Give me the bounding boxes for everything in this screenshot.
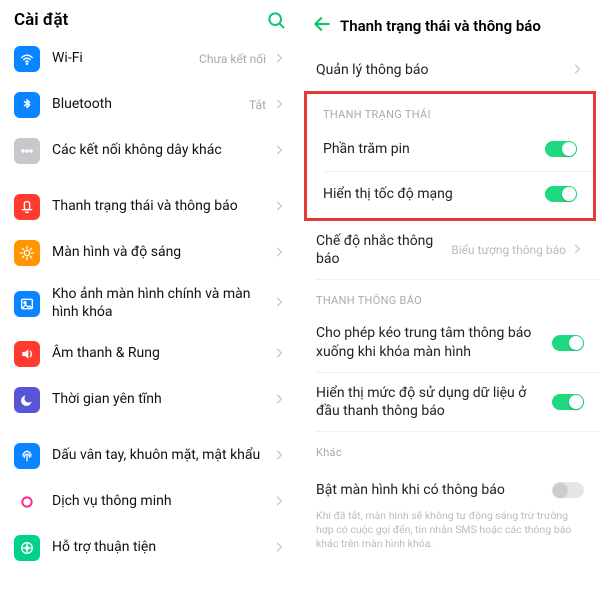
settings-row-label: Bluetooth (52, 96, 249, 114)
settings-row[interactable]: Hỗ trợ thuận tiện (0, 525, 300, 571)
settings-row-label: Dấu vân tay, khuôn mặt, mật khẩu (52, 447, 272, 465)
wake-screen-label: Bật màn hình khi có thông báo (316, 481, 552, 499)
settings-row-sub: Chưa kết nối (199, 52, 266, 66)
settings-root-pane: Cài đặt Wi-FiChưa kết nốiBluetoothTắtCác… (0, 0, 300, 600)
wake-screen-note: Khi đã tắt, màn hình sẽ không tự động sá… (300, 509, 600, 560)
chevron-right-icon (272, 294, 286, 313)
settings-row-label: Kho ảnh màn hình chính và màn hình khóa (52, 286, 272, 321)
settings-row-label: Hỗ trợ thuận tiện (52, 539, 272, 557)
settings-row-label: Thanh trạng thái và thông báo (52, 198, 272, 216)
dots-icon (14, 138, 40, 164)
chevron-right-icon (272, 50, 286, 69)
right-header: Thanh trạng thái và thông báo (300, 0, 600, 48)
data-usage-row[interactable]: Hiển thị mức độ sử dụng dữ liệu ở đầu th… (300, 373, 600, 431)
data-usage-toggle[interactable] (552, 394, 584, 410)
left-header: Cài đặt (0, 0, 300, 36)
section-notification-bar: THANH THÔNG BÁO (300, 280, 600, 313)
settings-row[interactable]: Thời gian yên tĩnh (0, 377, 300, 423)
wifi-icon (14, 46, 40, 72)
settings-row[interactable]: Kho ảnh màn hình chính và màn hình khóa (0, 276, 300, 331)
battery-percent-label: Phần trăm pin (323, 140, 545, 158)
settings-row[interactable]: Thanh trạng thái và thông báo (0, 184, 300, 230)
right-title: Thanh trạng thái và thông báo (340, 17, 541, 35)
settings-row[interactable]: Màn hình và độ sáng (0, 230, 300, 276)
bluetooth-icon (14, 92, 40, 118)
chevron-right-icon (272, 345, 286, 364)
settings-row-label: Thời gian yên tĩnh (52, 391, 272, 409)
moon-icon (14, 387, 40, 413)
left-title: Cài đặt (14, 10, 266, 30)
settings-row[interactable]: Các kết nối không dây khác (0, 128, 300, 174)
circle-o-icon (14, 489, 40, 515)
drag-center-label: Cho phép kéo trung tâm thông báo xuống k… (316, 324, 552, 360)
chevron-right-icon (272, 96, 286, 115)
search-icon[interactable] (266, 10, 286, 30)
settings-row-label: Các kết nối không dây khác (52, 142, 272, 160)
section-status-bar: THANH TRẠNG THÁI (307, 94, 593, 127)
settings-row-label: Wi-Fi (52, 50, 199, 68)
sound-icon (14, 341, 40, 367)
chevron-right-icon (272, 447, 286, 466)
status-notification-pane: Thanh trạng thái và thông báo Quản lý th… (300, 0, 600, 600)
wake-screen-row[interactable]: Bật màn hình khi có thông báo (300, 465, 600, 509)
back-icon[interactable] (306, 10, 340, 42)
sun-icon (14, 240, 40, 266)
manage-notifications-row[interactable]: Quản lý thông báo (300, 48, 600, 92)
finger-icon (14, 443, 40, 469)
chevron-right-icon (272, 244, 286, 263)
settings-row-sub: Tắt (249, 98, 266, 112)
chevron-right-icon (272, 198, 286, 217)
chevron-right-icon (570, 61, 584, 80)
settings-row-label: Dịch vụ thông minh (52, 493, 272, 511)
section-other: Khác (300, 432, 600, 465)
settings-row[interactable]: Dấu vân tay, khuôn mặt, mật khẩu (0, 433, 300, 479)
net-speed-toggle[interactable] (545, 186, 577, 202)
chevron-right-icon (570, 241, 584, 260)
chevron-right-icon (272, 391, 286, 410)
net-speed-row[interactable]: Hiển thị tốc độ mạng (307, 172, 593, 216)
settings-row-label: Màn hình và độ sáng (52, 244, 272, 262)
settings-row[interactable]: Dịch vụ thông minh (0, 479, 300, 525)
reminder-mode-value: Biểu tượng thông báo (451, 243, 566, 257)
settings-row[interactable]: Âm thanh & Rung (0, 331, 300, 377)
settings-row[interactable]: BluetoothTắt (0, 82, 300, 128)
chevron-right-icon (272, 539, 286, 558)
bell-icon (14, 194, 40, 220)
settings-row-label: Âm thanh & Rung (52, 345, 272, 363)
drag-center-toggle[interactable] (552, 335, 584, 351)
manage-notifications-label: Quản lý thông báo (316, 61, 570, 79)
battery-percent-row[interactable]: Phần trăm pin (307, 127, 593, 171)
drag-center-row[interactable]: Cho phép kéo trung tâm thông báo xuống k… (300, 313, 600, 371)
wake-screen-toggle[interactable] (552, 482, 584, 498)
highlighted-section: THANH TRẠNG THÁI Phần trăm pin Hiển thị … (304, 91, 596, 221)
support-icon (14, 535, 40, 561)
battery-percent-toggle[interactable] (545, 141, 577, 157)
gallery-icon (14, 291, 40, 317)
settings-row[interactable]: Wi-FiChưa kết nối (0, 36, 300, 82)
chevron-right-icon (272, 142, 286, 161)
net-speed-label: Hiển thị tốc độ mạng (323, 185, 545, 203)
reminder-mode-label: Chế độ nhắc thông báo (316, 232, 451, 268)
reminder-mode-row[interactable]: Chế độ nhắc thông báo Biểu tượng thông b… (300, 221, 600, 279)
data-usage-label: Hiển thị mức độ sử dụng dữ liệu ở đầu th… (316, 384, 552, 420)
chevron-right-icon (272, 493, 286, 512)
left-list: Wi-FiChưa kết nốiBluetoothTắtCác kết nối… (0, 36, 300, 571)
